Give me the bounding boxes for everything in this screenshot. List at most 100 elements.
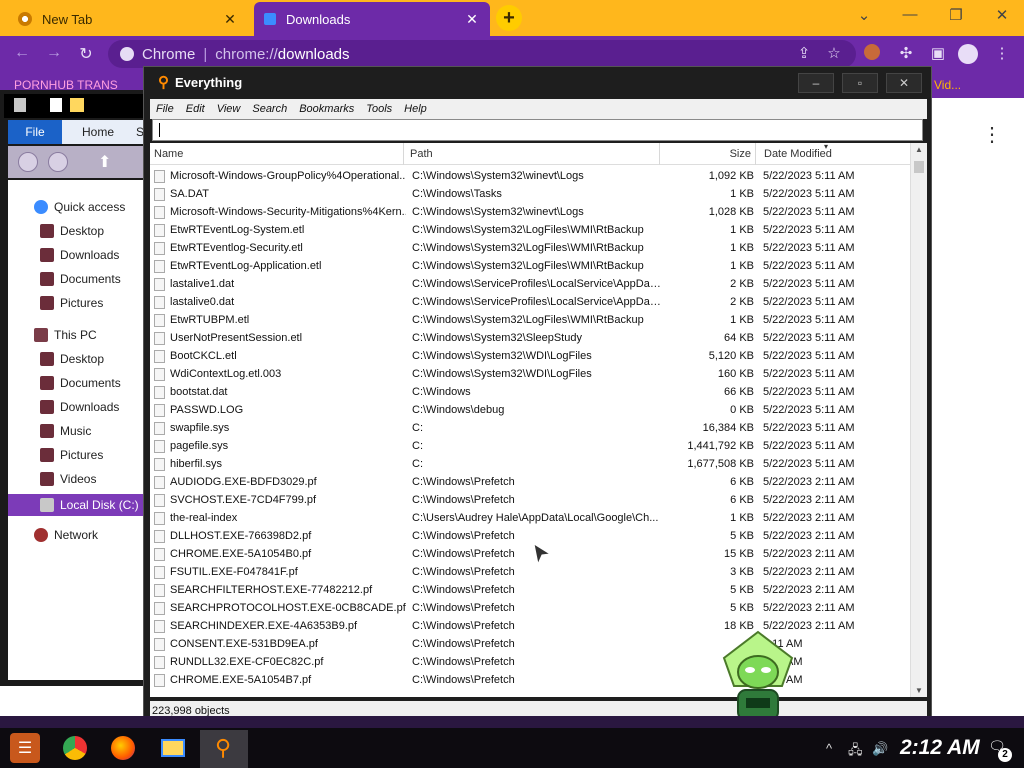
menu-help[interactable]: Help xyxy=(404,103,427,115)
nav-item[interactable]: This PC xyxy=(34,328,97,342)
table-row[interactable]: AUDIODG.EXE-BDFD3029.pf C:\Windows\Prefet… xyxy=(150,473,910,491)
back-icon[interactable] xyxy=(18,152,38,172)
column-header-size[interactable]: Size xyxy=(660,143,756,165)
tab-close-icon[interactable]: ✕ xyxy=(222,11,238,28)
tray-overflow-icon[interactable]: ^ xyxy=(826,741,832,756)
bookmark-star-icon[interactable]: ☆ xyxy=(824,44,844,64)
network-tray-icon[interactable]: 🖧 xyxy=(848,741,863,763)
table-row[interactable]: EtwRTUBPM.etl C:\Windows\System32\LogFile… xyxy=(150,311,910,329)
table-row[interactable]: PASSWD.LOG C:\Windows\debug 0 KB 5/22/2023 … xyxy=(150,401,910,419)
pictures-icon xyxy=(40,448,54,462)
volume-icon[interactable]: 🔊 xyxy=(872,741,888,757)
extensions-icon[interactable]: ✣ xyxy=(896,44,916,64)
table-row[interactable]: SEARCHFILTERHOST.EXE-77482212.pf C:\Windo… xyxy=(150,581,910,599)
nav-item[interactable]: Pictures xyxy=(40,448,103,462)
bookmark-link[interactable]: Vid... xyxy=(934,78,961,92)
chrome-menu-icon[interactable]: ⋮ xyxy=(992,44,1012,64)
menu-search[interactable]: Search xyxy=(252,103,287,115)
nav-item-selected[interactable]: Local Disk (C:) xyxy=(8,494,148,516)
table-row[interactable]: the-real-index C:\Users\Audrey Hale\AppDa… xyxy=(150,509,910,527)
explorer-app-icon[interactable] xyxy=(14,98,26,112)
scroll-up-icon[interactable]: ▲ xyxy=(914,145,924,154)
omnibox[interactable]: Chrome | chrome:// downloads xyxy=(108,40,856,68)
share-icon[interactable]: ⇪ xyxy=(794,44,814,64)
table-row[interactable]: Microsoft-Windows-Security-Mitigations%4… xyxy=(150,203,910,221)
menu-file[interactable]: File xyxy=(156,103,174,115)
nav-item[interactable]: Downloads xyxy=(40,400,119,414)
minimize-button[interactable]: – xyxy=(798,73,834,93)
minimize-icon[interactable]: — xyxy=(898,6,922,26)
profile-extension-icon[interactable] xyxy=(862,44,882,64)
table-row[interactable]: Microsoft-Windows-GroupPolicy%4Operation… xyxy=(150,167,910,185)
forward-icon[interactable] xyxy=(48,152,68,172)
up-icon[interactable]: ⬆ xyxy=(98,152,111,172)
table-row[interactable]: UserNotPresentSession.etl C:\Windows\Syst… xyxy=(150,329,910,347)
table-row[interactable]: pagefile.sys C: 1,441,792 KB 5/22/2023 5:11… xyxy=(150,437,910,455)
ribbon-tab-file[interactable]: File xyxy=(8,120,62,144)
table-row[interactable]: DLLHOST.EXE-766398D2.pf C:\Windows\Prefet… xyxy=(150,527,910,545)
close-icon[interactable]: ✕ xyxy=(990,6,1014,26)
file-path-cell: C:\Windows\ServiceProfiles\LocalService\… xyxy=(412,296,662,308)
nav-item[interactable]: Videos xyxy=(40,472,96,486)
tab-search-icon[interactable]: ⌄ xyxy=(852,6,876,26)
nav-item[interactable]: Downloads xyxy=(40,248,119,262)
tab-close-icon[interactable]: ✕ xyxy=(464,11,480,28)
side-panel-icon[interactable]: ▣ xyxy=(928,44,948,64)
search-input[interactable] xyxy=(152,119,923,141)
forward-icon[interactable]: → xyxy=(44,44,64,64)
taskbar-clock[interactable]: 2:12 AM xyxy=(900,736,980,760)
menu-edit[interactable]: Edit xyxy=(186,103,205,115)
firefox-icon[interactable] xyxy=(108,733,138,763)
menu-view[interactable]: View xyxy=(217,103,241,115)
nav-item[interactable]: Documents xyxy=(40,376,121,390)
close-button[interactable]: ✕ xyxy=(886,73,922,93)
tab-downloads[interactable]: Downloads ✕ xyxy=(254,2,490,36)
menu-tools[interactable]: Tools xyxy=(366,103,392,115)
nav-item[interactable]: Quick access xyxy=(34,200,125,214)
table-row[interactable]: SVCHOST.EXE-7CD4F799.pf C:\Windows\Prefet… xyxy=(150,491,910,509)
table-row[interactable]: hiberfil.sys C: 1,677,508 KB 5/22/2023 5:11… xyxy=(150,455,910,473)
vertical-scrollbar[interactable]: ▲ ▼ xyxy=(910,143,927,697)
notification-icon[interactable]: 🗨 2 xyxy=(984,738,1012,762)
table-row[interactable]: BootCKCL.etl C:\Windows\System32\WDI\LogF… xyxy=(150,347,910,365)
everything-icon[interactable]: ⚲ xyxy=(208,733,238,763)
back-icon[interactable]: ← xyxy=(12,44,32,64)
avatar[interactable] xyxy=(958,44,978,64)
column-header-name[interactable]: Name xyxy=(150,143,404,165)
reload-icon[interactable]: ↻ xyxy=(76,44,96,64)
table-row[interactable]: lastalive1.dat C:\Windows\ServiceProfiles… xyxy=(150,275,910,293)
table-row[interactable]: EtwRTEventLog-System.etl C:\Windows\Syste… xyxy=(150,221,910,239)
scroll-thumb[interactable] xyxy=(914,161,924,173)
ribbon-tab-home[interactable]: Home xyxy=(68,120,128,144)
properties-icon[interactable] xyxy=(50,98,62,112)
start-icon[interactable]: ☰ xyxy=(10,733,40,763)
nav-item[interactable]: Music xyxy=(40,424,91,438)
table-row[interactable]: swapfile.sys C: 16,384 KB 5/22/2023 5:11 AM xyxy=(150,419,910,437)
table-row[interactable]: WdiContextLog.etl.003 C:\Windows\System32… xyxy=(150,365,910,383)
new-folder-icon[interactable] xyxy=(70,98,84,112)
new-tab-button[interactable]: + xyxy=(496,5,522,31)
nav-item[interactable]: Desktop xyxy=(40,352,104,366)
table-row[interactable]: FSUTIL.EXE-F047841F.pf C:\Windows\Prefetc… xyxy=(150,563,910,581)
table-row[interactable]: lastalive0.dat C:\Windows\ServiceProfiles… xyxy=(150,293,910,311)
table-row[interactable]: SA.DAT C:\Windows\Tasks 1 KB 5/22/2023 5:11… xyxy=(150,185,910,203)
nav-item[interactable]: Network xyxy=(34,528,98,542)
restore-icon[interactable]: ❐ xyxy=(944,6,968,26)
nav-item[interactable]: Pictures xyxy=(40,296,103,310)
tab-new-tab[interactable]: New Tab ✕ xyxy=(8,2,248,36)
table-row[interactable]: SEARCHPROTOCOLHOST.EXE-0CB8CADE.pf C:\Win… xyxy=(150,599,910,617)
column-header-path[interactable]: Path xyxy=(406,143,660,165)
nav-item[interactable]: Documents xyxy=(40,272,121,286)
table-row[interactable]: bootstat.dat C:\Windows 66 KB 5/22/2023 5:1… xyxy=(150,383,910,401)
table-row[interactable]: EtwRTEventlog-Security.etl C:\Windows\Sys… xyxy=(150,239,910,257)
maximize-button[interactable]: ▫ xyxy=(842,73,878,93)
downloads-menu-icon[interactable]: ⋮ xyxy=(982,122,1002,147)
column-header-date[interactable]: Date Modified xyxy=(758,143,910,165)
chrome-icon[interactable] xyxy=(60,733,90,763)
table-row[interactable]: EtwRTEventLog-Application.etl C:\Windows\… xyxy=(150,257,910,275)
scroll-down-icon[interactable]: ▼ xyxy=(914,686,924,695)
file-explorer-icon[interactable] xyxy=(158,733,188,763)
table-row[interactable]: CHROME.EXE-5A1054B0.pf C:\Windows\Prefetc… xyxy=(150,545,910,563)
nav-item[interactable]: Desktop xyxy=(40,224,104,238)
menu-bookmarks[interactable]: Bookmarks xyxy=(299,103,354,115)
